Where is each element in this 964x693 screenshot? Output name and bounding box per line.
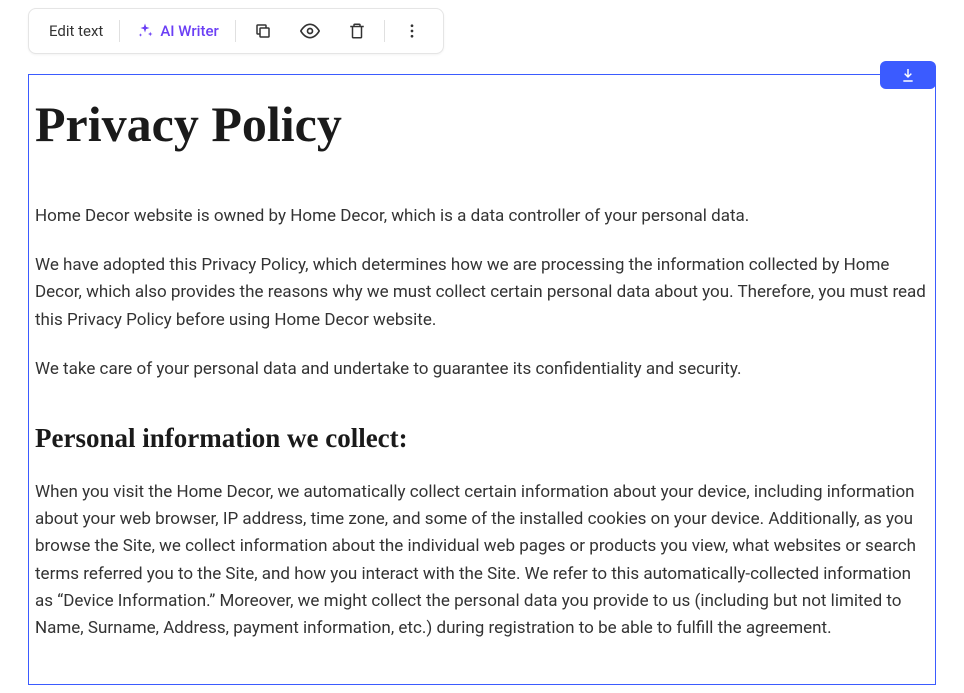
section-body-personal-info: When you visit the Home Decor, we automa… — [35, 479, 929, 642]
toolbar-divider — [235, 20, 236, 42]
toolbar-divider — [384, 20, 385, 42]
intro-paragraph-2: We have adopted this Privacy Policy, whi… — [35, 252, 929, 334]
download-button[interactable] — [880, 61, 936, 89]
more-options-button[interactable] — [393, 18, 431, 44]
download-icon — [900, 67, 916, 83]
intro-paragraph-1: Home Decor website is owned by Home Deco… — [35, 203, 929, 230]
intro-paragraph-3: We take care of your personal data and u… — [35, 356, 929, 383]
section-heading-personal-info: Personal information we collect: — [35, 423, 929, 454]
content-block[interactable]: Privacy Policy Home Decor website is own… — [28, 74, 936, 685]
toolbar-divider — [119, 20, 120, 42]
trash-icon — [348, 22, 366, 40]
more-vertical-icon — [403, 22, 421, 40]
preview-button[interactable] — [290, 17, 330, 45]
page-title: Privacy Policy — [35, 95, 929, 153]
duplicate-button[interactable] — [244, 18, 282, 44]
sparkle-icon — [136, 22, 154, 40]
delete-button[interactable] — [338, 18, 376, 44]
copy-icon — [254, 22, 272, 40]
eye-icon — [300, 21, 320, 41]
edit-text-label: Edit text — [49, 22, 103, 40]
ai-writer-label: AI Writer — [160, 22, 218, 40]
edit-text-button[interactable]: Edit text — [41, 18, 111, 44]
ai-writer-button[interactable]: AI Writer — [128, 18, 226, 44]
editor-toolbar: Edit text AI Writer — [28, 8, 444, 54]
